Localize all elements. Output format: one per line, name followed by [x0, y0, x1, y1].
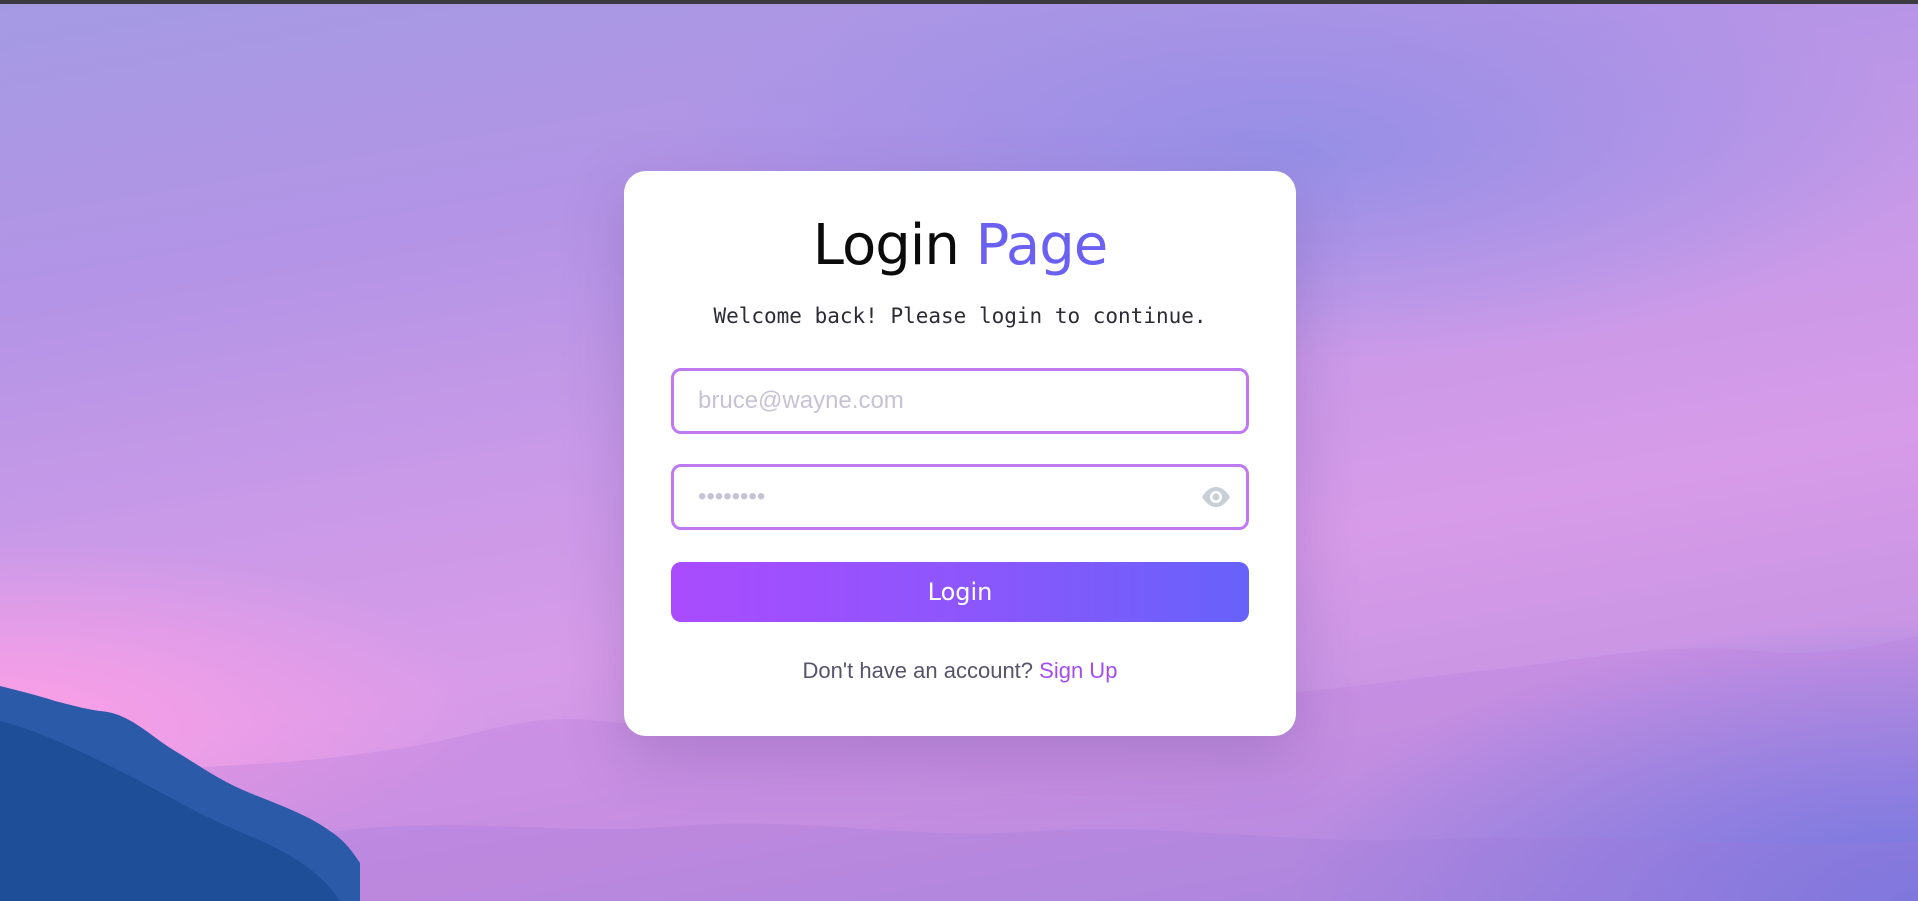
browser-top-edge [0, 0, 1918, 4]
title-main: Login [812, 213, 960, 278]
eye-icon[interactable] [1200, 482, 1232, 512]
signup-link[interactable]: Sign Up [1039, 658, 1117, 683]
password-field-wrapper [671, 464, 1249, 530]
page-title: Login Page [624, 211, 1296, 281]
signup-prompt: Don't have an account? [802, 658, 1034, 683]
email-field-wrapper [671, 368, 1249, 434]
email-input[interactable] [674, 371, 1246, 431]
welcome-subtitle: Welcome back! Please login to continue. [713, 304, 1207, 328]
title-accent: Page [975, 213, 1109, 278]
login-button[interactable]: Login [671, 562, 1249, 622]
signup-row: Don't have an account? Sign Up [624, 656, 1296, 686]
login-card: Login Page Welcome back! Please login to… [624, 171, 1296, 736]
password-input[interactable] [674, 467, 1246, 527]
